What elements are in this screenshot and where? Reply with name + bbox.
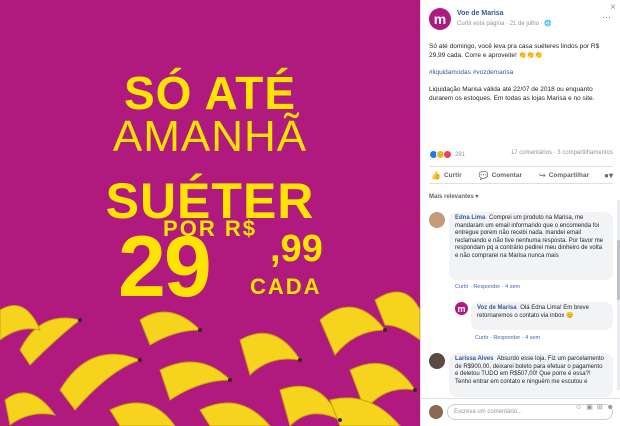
post-stats: 281 17 comentários · 3 compartilhamentos: [429, 150, 613, 162]
comment-composer: Escreva um comentário... ☺ ▣ ⊞ ☻: [421, 398, 620, 426]
post-text-1: Só até domingo, você leva pra casa suéte…: [429, 43, 600, 59]
comment-actions[interactable]: Curtir · Responder · 4 sem: [475, 335, 540, 341]
post-panel: × m Voe de Marisa Curtir esta página · 2…: [420, 0, 620, 426]
post-meta: Curtir esta página · 21 de julho · 🌐: [457, 21, 552, 27]
comment-bubble: Voz de Marisa Olá Edna Lima! Em breve re…: [471, 302, 613, 330]
comment-text: Comprei um produto na Marisa, me mandara…: [455, 215, 604, 259]
post-hashtags[interactable]: #liquidamodas #vozdemarisa: [429, 68, 613, 77]
avatar[interactable]: [429, 212, 445, 228]
comment-links[interactable]: Curtir · Responder · 4 sem: [475, 335, 540, 341]
comment-button[interactable]: 💬 Comentar: [477, 171, 524, 180]
like-button[interactable]: 👍 Curtir: [429, 171, 464, 180]
post-body: Só até domingo, você leva pra casa suéte…: [429, 42, 613, 111]
post-actions: 👍 Curtir 💬 Comentar ↪ Compartilhar ●▾: [429, 166, 613, 184]
audience-avatar-icon[interactable]: ●▾: [604, 171, 613, 180]
comment-links[interactable]: Curtir · Responder · 4 sem: [455, 284, 520, 290]
page-name-link[interactable]: Voe de Marisa: [457, 10, 504, 17]
composer-tools-icons[interactable]: ☺ ▣ ⊞ ☻: [575, 403, 615, 411]
promo-image: SÓ ATÉ AMANHÃ SUÉTER POR R$ 29 ,99 CADA: [0, 0, 420, 426]
reactions-summary[interactable]: 281: [429, 150, 465, 159]
comment-author[interactable]: Voz de Marisa: [477, 305, 517, 311]
promo-headline-2: AMANHÃ: [112, 112, 308, 161]
comment-author[interactable]: Edna Lima: [455, 215, 485, 221]
thumbs-up-icon: 👍: [431, 170, 441, 180]
post-text-2: Liquidação Marisa válida até 22/07 de 20…: [429, 86, 595, 102]
comment-sort-dropdown[interactable]: Mais relevantes ▾: [429, 193, 478, 200]
comment-author[interactable]: Larissa Alves: [455, 356, 493, 362]
comment-actions[interactable]: Curtir · Responder · 4 sem: [455, 284, 520, 290]
post-header: m Voe de Marisa Curtir esta página · 21 …: [429, 8, 619, 36]
like-label: Curtir: [443, 171, 462, 179]
love-reaction-icon: [443, 150, 452, 159]
comment-bubble: Edna Lima Comprei um produto na Marisa, …: [449, 212, 613, 280]
comment-label: Comentar: [491, 171, 522, 179]
avatar[interactable]: [429, 353, 445, 369]
avatar[interactable]: m: [455, 302, 468, 315]
share-label: Compartilhar: [548, 171, 590, 179]
more-options-icon[interactable]: ···: [602, 12, 611, 22]
promo-price-cents: ,99: [270, 228, 323, 270]
comments-shares-count[interactable]: 17 comentários · 3 compartilhamentos: [511, 150, 613, 156]
comment-bubble: Larissa Alves Absurdo esse loja. Fiz um …: [449, 353, 613, 397]
page-avatar[interactable]: m: [429, 8, 451, 30]
comment-icon: 💬: [478, 170, 489, 180]
reaction-count: 281: [455, 151, 466, 158]
avatar: [429, 405, 443, 419]
bananas-illustration: [0, 291, 420, 426]
share-icon: ↪: [538, 170, 546, 180]
promo-price-prefix: POR R$: [163, 216, 257, 241]
share-button[interactable]: ↪ Compartilhar: [537, 171, 591, 180]
